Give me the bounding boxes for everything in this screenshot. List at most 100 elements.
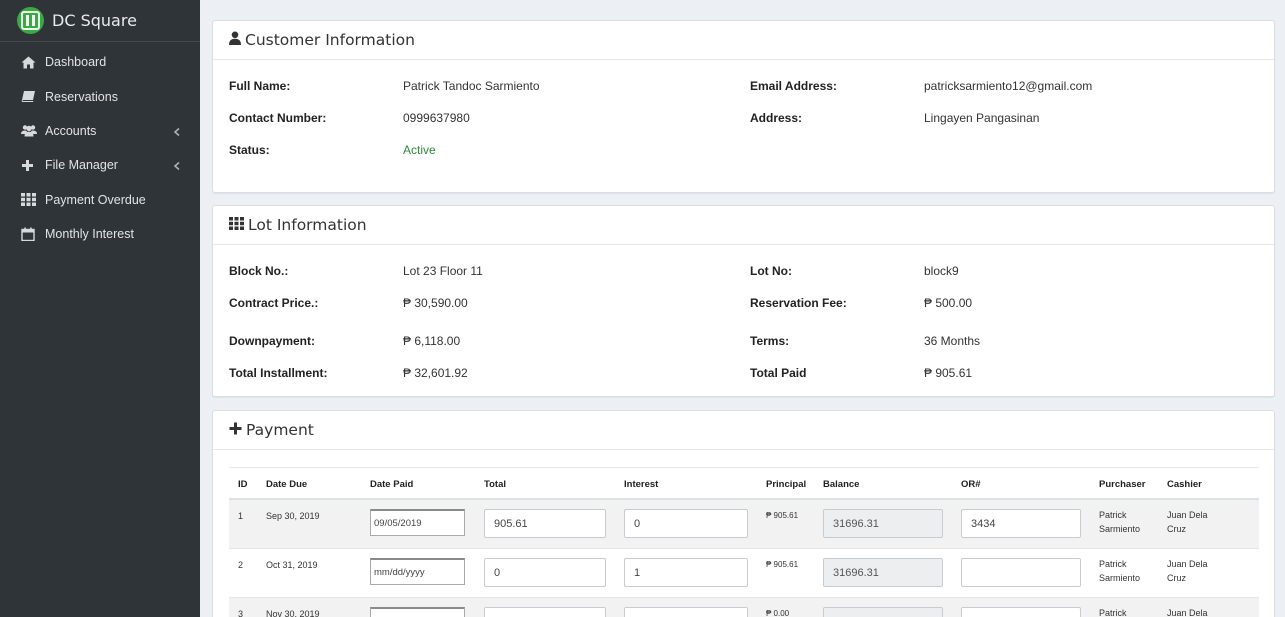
column-header-total: Total — [484, 479, 506, 490]
full-name-value: Patrick Tandoc Sarmiento — [403, 79, 540, 93]
address-value: Lingayen Pangasinan — [924, 111, 1040, 125]
email-label: Email Address: — [750, 79, 837, 93]
total-installment-label: Total Installment: — [229, 366, 328, 380]
column-header-or: OR# — [961, 479, 981, 490]
date-paid-input[interactable]: mm/dd/yyyy — [370, 558, 465, 585]
lot-information-panel: Lot Information Block No.: Lot 23 Floor … — [212, 205, 1275, 397]
sidebar-item-label: Accounts — [45, 123, 97, 138]
downpayment-label: Downpayment: — [229, 334, 316, 348]
contact-number-value: 0999637980 — [403, 111, 470, 125]
block-no-label: Block No.: — [229, 264, 289, 278]
contact-number-label: Contact Number: — [229, 111, 327, 125]
chevron-left-icon — [172, 160, 182, 171]
total-input[interactable] — [484, 607, 606, 617]
column-header-purchaser: Purchaser — [1099, 479, 1146, 490]
status-value: Active — [403, 143, 436, 157]
reservation-fee-value: ₱ 500.00 — [924, 296, 973, 310]
grid-icon — [229, 216, 248, 234]
logo-icon — [17, 7, 44, 34]
cell-cashier: Juan Dela Cruz — [1167, 559, 1208, 583]
total-installment-value: ₱ 32,601.92 — [403, 366, 468, 380]
sidebar-item-label: Payment Overdue — [45, 192, 146, 207]
panel-title: Customer Information — [245, 31, 415, 49]
balance-input — [823, 607, 943, 617]
sidebar-item-payment-overdue[interactable]: Payment Overdue — [0, 183, 200, 217]
user-icon — [229, 31, 245, 49]
payment-panel: Payment ID Date Due Date Paid Total Inte… — [212, 410, 1275, 617]
cell-cashier: Juan Dela Cruz — [1167, 510, 1208, 534]
plus-icon — [229, 421, 246, 439]
or-number-input[interactable] — [961, 558, 1081, 587]
sidebar-nav: Dashboard Reservations Accounts File Man… — [0, 45, 200, 251]
table-row: 2 Oct 31, 2019 mm/dd/yyyy 0 1 ₱ 905.61 3… — [229, 549, 1259, 598]
column-header-cashier: Cashier — [1167, 479, 1202, 490]
lot-no-value: block9 — [924, 264, 959, 278]
payment-table: ID Date Due Date Paid Total Interest Pri… — [229, 467, 1259, 617]
downpayment-value: ₱ 6,118.00 — [403, 334, 461, 348]
cell-id: 2 — [238, 560, 244, 570]
sidebar-item-file-manager[interactable]: File Manager — [0, 148, 200, 182]
terms-value: 36 Months — [924, 334, 981, 348]
column-header-interest: Interest — [624, 479, 659, 490]
interest-input[interactable]: 1 — [624, 558, 748, 587]
panel-header: Lot Information — [213, 206, 1274, 245]
total-input[interactable]: 905.61 — [484, 509, 606, 538]
cell-id: 1 — [238, 511, 244, 521]
contract-price-value: ₱ 30,590.00 — [403, 296, 468, 310]
lot-no-label: Lot No: — [750, 264, 792, 278]
address-label: Address: — [750, 111, 803, 125]
interest-input[interactable] — [624, 607, 748, 617]
contract-price-label: Contract Price.: — [229, 296, 319, 310]
table-row: 1 Sep 30, 2019 09/05/2019 905.61 0 ₱ 905… — [229, 500, 1259, 549]
cell-date-due: Nov 30, 2019 — [266, 609, 320, 617]
terms-label: Terms: — [750, 334, 790, 348]
chevron-left-icon — [172, 126, 182, 137]
date-paid-input[interactable] — [370, 607, 465, 617]
column-header-date-due: Date Due — [266, 479, 308, 490]
sidebar-item-label: File Manager — [45, 158, 118, 173]
cell-purchaser: Patrick Sarmiento — [1099, 510, 1141, 534]
plus-icon — [21, 158, 38, 172]
full-name-label: Full Name: — [229, 79, 291, 93]
sidebar-item-dashboard[interactable]: Dashboard — [0, 45, 200, 79]
reservation-fee-label: Reservation Fee: — [750, 296, 847, 310]
brand[interactable]: DC Square — [0, 0, 200, 42]
sidebar: DC Square Dashboard Reservations Account… — [0, 0, 200, 617]
status-label: Status: — [229, 143, 270, 157]
table-row: 3 Nov 30, 2019 ₱ 0.00 Patrick Juan Dela — [229, 598, 1259, 617]
or-number-input[interactable] — [961, 607, 1081, 617]
panel-title: Lot Information — [248, 216, 367, 234]
block-no-value: Lot 23 Floor 11 — [403, 264, 483, 278]
cell-purchaser: Patrick Sarmiento — [1099, 559, 1141, 583]
balance-input: 31696.31 — [823, 509, 943, 538]
panel-header: Payment — [213, 411, 1274, 450]
customer-information-panel: Customer Information Full Name: Patrick … — [212, 20, 1275, 193]
sidebar-item-label: Monthly Interest — [45, 227, 134, 242]
sidebar-item-label: Reservations — [45, 89, 118, 104]
cell-principal: ₱ 0.00 — [766, 609, 790, 617]
sidebar-item-label: Dashboard — [45, 55, 107, 70]
total-input[interactable]: 0 — [484, 558, 606, 587]
column-header-date-paid: Date Paid — [370, 479, 414, 490]
sidebar-item-accounts[interactable]: Accounts — [0, 114, 200, 148]
balance-input: 31696.31 — [823, 558, 943, 587]
sidebar-item-reservations[interactable]: Reservations — [0, 79, 200, 113]
cell-principal: ₱ 905.61 — [766, 560, 799, 569]
column-header-principal: Principal — [766, 479, 807, 490]
users-icon — [21, 124, 38, 138]
cell-principal: ₱ 905.61 — [766, 511, 799, 520]
panel-header: Customer Information — [213, 21, 1274, 60]
panel-title: Payment — [246, 421, 314, 439]
cell-id: 3 — [238, 609, 244, 617]
total-paid-value: ₱ 905.61 — [924, 366, 973, 380]
home-icon — [21, 55, 38, 69]
cell-purchaser: Patrick — [1099, 608, 1127, 617]
brand-name: DC Square — [52, 11, 137, 30]
column-header-id: ID — [238, 479, 248, 490]
or-number-input[interactable]: 3434 — [961, 509, 1081, 538]
interest-input[interactable]: 0 — [624, 509, 748, 538]
sidebar-item-monthly-interest[interactable]: Monthly Interest — [0, 217, 200, 251]
calendar-icon — [21, 227, 38, 242]
date-paid-input[interactable]: 09/05/2019 — [370, 509, 465, 536]
email-value: patricksarmiento12@gmail.com — [924, 79, 1093, 93]
